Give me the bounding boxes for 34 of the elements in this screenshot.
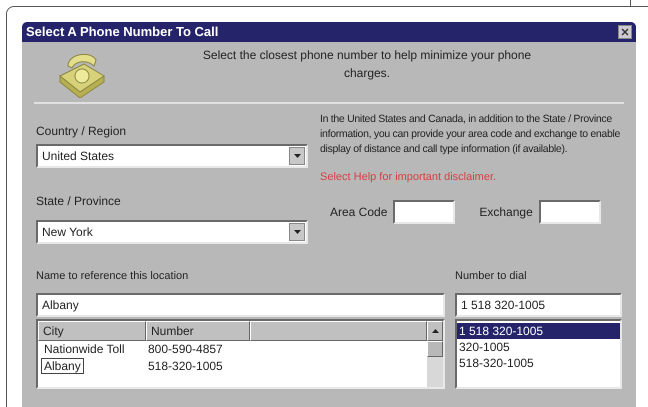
info-text: In the United States and Canada, in addition to the State / Province information, you can provide your area code and exchange to enable display of distance and call type information (if available). [320,112,622,157]
scrollbar[interactable] [427,340,443,386]
country-dropdown[interactable]: United States [36,144,308,168]
number-option[interactable]: 1 518 320-1005 [457,322,620,338]
scroll-up-button[interactable] [427,320,443,340]
state-label: State / Province [36,193,122,210]
table-row[interactable]: Nationwide Toll 800-590-4857 [38,340,427,358]
number-option[interactable]: 320-1005 [457,338,620,354]
scroll-thumb[interactable] [427,340,443,356]
column-header[interactable] [250,320,427,340]
exchange-field[interactable] [538,200,601,224]
table-cell-text: Nationwide Toll [43,342,126,356]
window-title: Select A Phone Number To Call [26,23,218,42]
up-arrow-icon [432,328,438,332]
location-name-label: Name to reference this location [36,269,190,284]
table-row[interactable]: Albany 518-320-1005 [38,358,427,374]
number-to-dial-field[interactable]: 1 518 320-1005 [455,292,622,316]
country-label: Country / Region [36,123,128,140]
table-cell-text: 800-590-4857 [147,341,224,358]
location-name-field[interactable]: Albany [36,292,445,316]
number-to-dial-label: Number to dial [455,269,528,284]
area-code-field[interactable] [393,200,456,224]
exchange-label: Exchange [479,204,533,220]
number-option[interactable]: 518-320-1005 [457,354,620,370]
help-note: Select Help for important disclaimer. [320,170,498,185]
table-cell: Albany [42,359,83,373]
intro-text: Select the closest phone number to help minimize your phone charges. [202,47,532,82]
state-dropdown[interactable]: New York [36,220,308,244]
close-button[interactable] [618,25,632,39]
table-cell-text: 518-320-1005 [147,358,224,375]
area-code-label: Area Code [330,204,388,220]
column-header[interactable]: Number [146,320,250,340]
close-icon [621,28,629,36]
column-header[interactable]: City [38,320,146,340]
